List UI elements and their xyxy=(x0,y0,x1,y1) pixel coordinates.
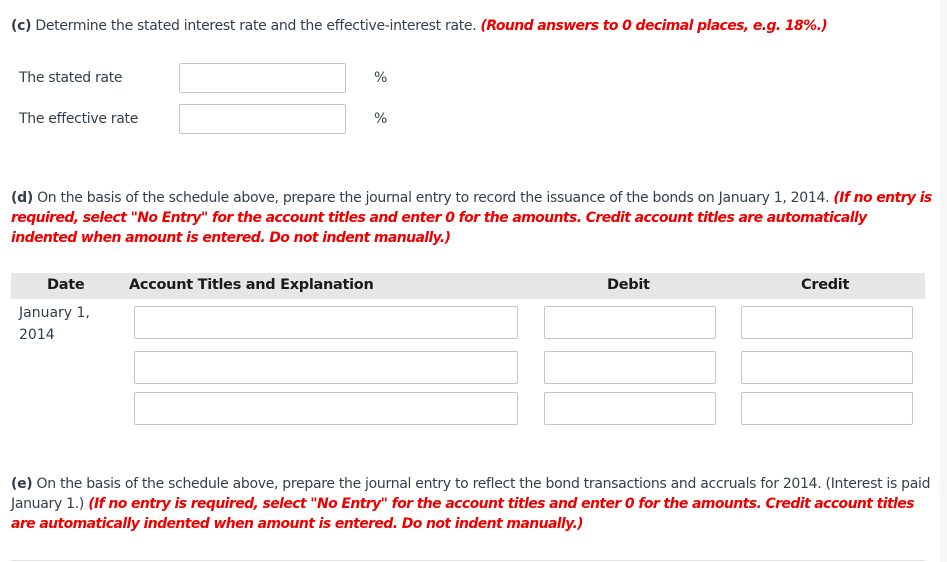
scrollbar-track xyxy=(940,0,947,562)
account-title-input-2[interactable] xyxy=(134,351,518,384)
part-c-instruction: (Round answers to 0 decimal places, e.g.… xyxy=(480,18,828,34)
header-date: Date xyxy=(47,277,85,293)
entry-date-line2: 2014 xyxy=(19,327,55,343)
journal-table-header: Date Account Titles and Explanation Debi… xyxy=(11,273,925,299)
debit-input-2[interactable] xyxy=(544,351,716,384)
effective-rate-label: The effective rate xyxy=(19,111,139,127)
effective-rate-input[interactable] xyxy=(179,104,346,134)
header-debit: Debit xyxy=(607,277,650,293)
part-d-label: (d) xyxy=(11,190,33,206)
section-divider xyxy=(11,560,925,561)
percent-unit: % xyxy=(374,111,388,127)
part-c-prompt: (c) Determine the stated interest rate a… xyxy=(11,16,936,36)
account-title-input-1[interactable] xyxy=(134,306,518,339)
entry-date: January 1, 2014 xyxy=(19,302,109,346)
stated-rate-label: The stated rate xyxy=(19,70,123,86)
credit-input-2[interactable] xyxy=(741,351,913,384)
part-e-prompt: (e) On the basis of the schedule above, … xyxy=(11,474,936,534)
credit-input-1[interactable] xyxy=(741,306,913,339)
part-c-label: (c) xyxy=(11,18,32,34)
header-credit: Credit xyxy=(801,277,850,293)
debit-input-1[interactable] xyxy=(544,306,716,339)
entry-date-line1: January 1, xyxy=(19,305,90,321)
stated-rate-input[interactable] xyxy=(179,63,346,93)
part-d-prompt: (d) On the basis of the schedule above, … xyxy=(11,188,936,248)
account-title-input-3[interactable] xyxy=(134,392,518,425)
part-c-text: Determine the stated interest rate and t… xyxy=(31,18,481,34)
header-account-titles: Account Titles and Explanation xyxy=(129,277,374,293)
part-e-label: (e) xyxy=(11,476,33,492)
debit-input-3[interactable] xyxy=(544,392,716,425)
part-d-text: On the basis of the schedule above, prep… xyxy=(32,190,834,206)
part-e-instruction: (If no entry is required, select "No Ent… xyxy=(11,496,914,532)
credit-input-3[interactable] xyxy=(741,392,913,425)
percent-unit: % xyxy=(374,70,388,86)
